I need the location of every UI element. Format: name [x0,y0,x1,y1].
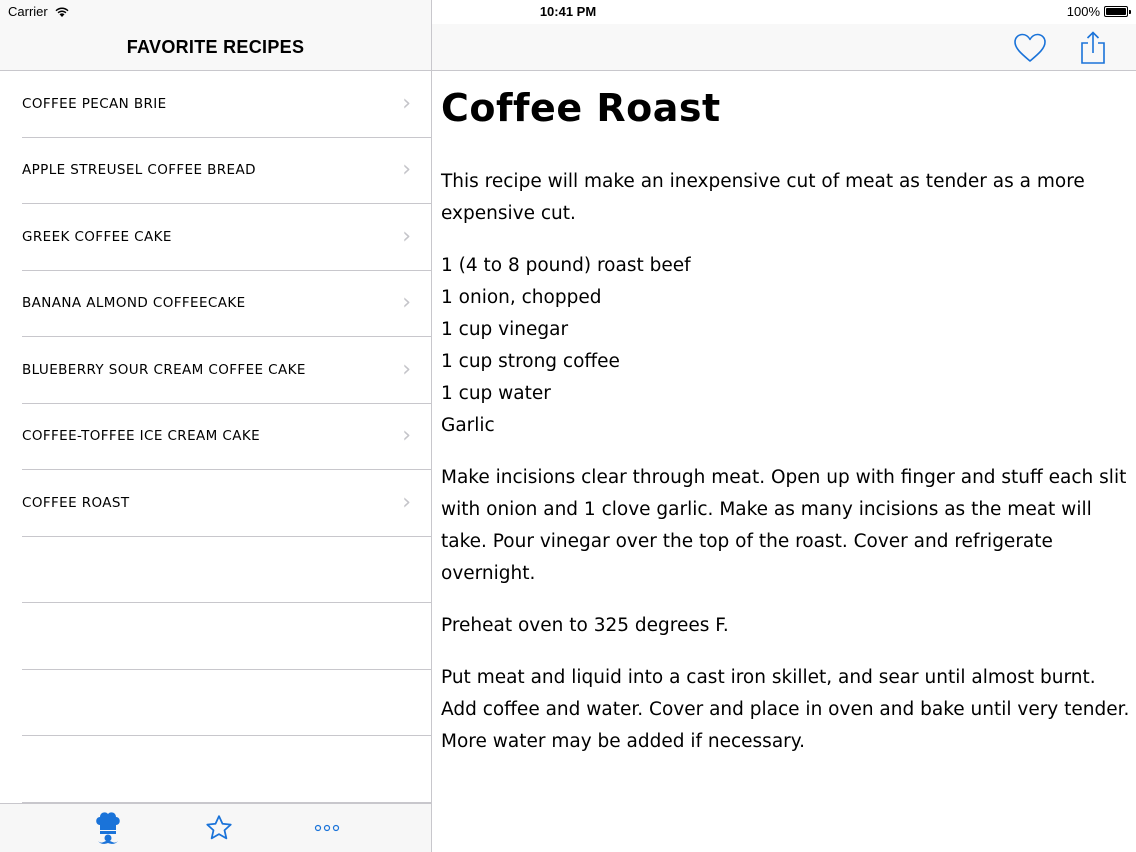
empty-row [22,670,431,736]
list-item[interactable]: BANANA ALMOND COFFEECAKE › [22,271,431,337]
master-title: FAVORITE RECIPES [126,36,305,57]
chevron-right-icon: › [402,223,411,249]
list-item[interactable]: COFFEE-TOFFEE ICE CREAM CAKE › [22,404,431,470]
share-icon [1081,31,1105,64]
chef-icon [96,812,120,844]
list-item-label: BANANA ALMOND COFFEECAKE [22,295,246,312]
recipe-list[interactable]: COFFEE PECAN BRIE › APPLE STREUSEL COFFE… [0,71,431,803]
empty-row [22,603,431,670]
tab-bar [0,803,431,852]
ingredients-list: 1 (4 to 8 pound) roast beef 1 onion, cho… [441,250,1131,442]
chevron-right-icon: › [402,356,411,382]
ingredient-item: 1 cup strong coffee [441,351,620,372]
chevron-right-icon: › [402,157,411,183]
empty-row [22,736,431,803]
favorite-button[interactable] [1010,28,1050,68]
ingredient-item: 1 onion, chopped [441,287,602,308]
share-button[interactable] [1073,28,1113,68]
ingredient-item: 1 cup vinegar [441,319,569,340]
tab-more[interactable] [307,810,347,846]
chevron-right-icon: › [402,90,411,116]
list-item-label: GREEK COFFEE CAKE [22,228,172,245]
star-icon [206,815,232,840]
recipe-step: Put meat and liquid into a cast iron ski… [441,667,1130,752]
list-item[interactable]: COFFEE PECAN BRIE › [22,71,431,138]
chevron-right-icon: › [402,489,411,515]
ingredient-item: Garlic [441,415,495,436]
list-item-label: APPLE STREUSEL COFFEE BREAD [22,162,256,179]
empty-row [22,537,431,603]
recipe-title: Coffee Roast [441,86,721,130]
tab-favorites[interactable] [199,810,239,846]
recipe-step: Preheat oven to 325 degrees F. [441,615,729,636]
master-pane: FAVORITE RECIPES COFFEE PECAN BRIE › APP… [0,0,432,852]
recipe-detail: Coffee Roast This recipe will make an in… [441,86,1131,778]
list-item[interactable]: BLUEBERRY SOUR CREAM COFFEE CAKE › [22,337,431,404]
more-icon [314,824,340,832]
recipe-intro: This recipe will make an inexpensive cut… [441,171,1085,224]
list-item-label: COFFEE PECAN BRIE [22,95,167,112]
ingredient-item: 1 cup water [441,383,551,404]
status-time: 10:41 PM [539,4,597,19]
list-item[interactable]: APPLE STREUSEL COFFEE BREAD › [22,138,431,204]
list-item-label: COFFEE ROAST [22,494,130,511]
chevron-right-icon: › [402,423,411,449]
master-navbar: FAVORITE RECIPES [0,24,431,71]
list-item[interactable]: GREEK COFFEE CAKE › [22,204,431,271]
list-item-label: BLUEBERRY SOUR CREAM COFFEE CAKE [22,361,306,378]
battery-status: 100% [1066,4,1131,19]
heart-icon [1014,33,1046,62]
detail-navbar [432,24,1136,71]
tab-recipes[interactable] [88,810,128,846]
status-bar: Carrier 10:41 PM 100% [0,0,1136,24]
chevron-right-icon: › [402,290,411,316]
list-item-selected[interactable]: COFFEE ROAST › [22,470,431,537]
recipe-step: Make incisions clear through meat. Open … [441,467,1127,584]
battery-icon [1104,6,1131,17]
ingredient-item: 1 (4 to 8 pound) roast beef [441,255,691,276]
list-item-label: COFFEE-TOFFEE ICE CREAM CAKE [22,428,261,445]
battery-percent: 100% [1066,4,1100,19]
